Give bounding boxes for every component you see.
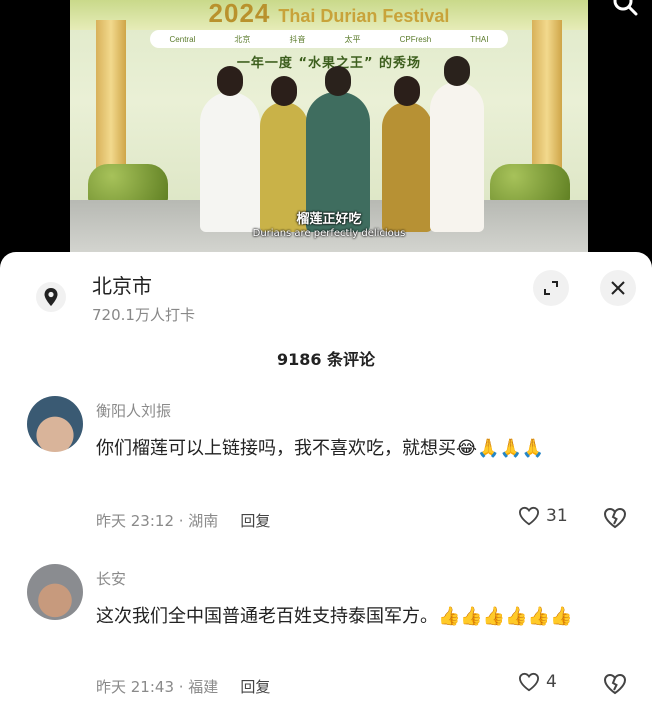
banner-title: 2024 Thai Durian Festival — [70, 0, 588, 28]
sponsor-logo: 太平 — [344, 34, 361, 44]
like-count: 31 — [546, 506, 568, 526]
search-icon[interactable] — [612, 0, 638, 18]
video-subtitle: 榴莲正好吃 Durians are perfectly delicious — [70, 212, 588, 240]
person-figure — [430, 56, 484, 232]
comment-text: 这次我们全中国普通老百姓支持泰国军方。👍👍👍👍👍👍 — [96, 606, 573, 627]
sponsor-logo: 抖音 — [289, 34, 306, 44]
durian-display — [88, 164, 168, 204]
sponsor-logo: THAI — [470, 34, 489, 44]
dislike-icon[interactable] — [603, 507, 627, 533]
sponsor-logo: 北京 — [234, 34, 251, 44]
like-button[interactable]: 31 — [518, 506, 568, 526]
sponsor-logo: CPFresh — [399, 34, 432, 44]
comment-time-location: 昨天 23:12 · 湖南 — [96, 512, 219, 530]
person-figure — [200, 66, 260, 232]
location-name[interactable]: 北京市 — [92, 270, 152, 299]
location-pin-icon — [36, 282, 66, 312]
close-icon[interactable] — [600, 270, 636, 306]
like-count: 4 — [546, 672, 557, 692]
location-header[interactable]: 北京市 720.1万人打卡 — [0, 252, 652, 332]
reply-button[interactable]: 回复 — [240, 512, 270, 530]
comment-username[interactable]: 长安 — [96, 568, 126, 589]
durian-display — [490, 164, 570, 204]
like-button[interactable]: 4 — [518, 672, 557, 692]
comment-username[interactable]: 衡阳人刘振 — [96, 400, 171, 421]
heart-icon — [518, 672, 540, 692]
video-frame: 2024 Thai Durian Festival Central 北京 抖音 太… — [70, 0, 588, 252]
comment-meta: 昨天 23:12 · 湖南 回复 — [96, 510, 270, 531]
expand-icon[interactable] — [533, 270, 569, 306]
comment-count: 9186 条评论 — [276, 350, 376, 369]
person-figure — [306, 66, 370, 232]
heart-icon — [518, 506, 540, 526]
location-checkins: 720.1万人打卡 — [92, 306, 195, 324]
reply-button[interactable]: 回复 — [240, 678, 270, 696]
avatar[interactable] — [27, 564, 83, 620]
sponsor-logos: Central 北京 抖音 太平 CPFresh THAI — [150, 30, 508, 48]
banner-year: 2024 — [208, 0, 271, 28]
subtitle-chinese: 榴莲正好吃 — [296, 212, 362, 227]
comment-time-location: 昨天 21:43 · 福建 — [96, 678, 219, 696]
comment-text: 你们榴莲可以上链接吗，我不喜欢吃，就想买😂🙏🙏🙏 — [96, 438, 545, 459]
dislike-icon[interactable] — [603, 673, 627, 699]
sponsor-logo: Central — [169, 34, 196, 44]
avatar[interactable] — [27, 396, 83, 452]
comment-sheet: 北京市 720.1万人打卡 9186 条评论 衡阳人刘振 你们榴莲可以上链接吗，… — [0, 252, 652, 721]
video-player[interactable]: 2024 Thai Durian Festival Central 北京 抖音 太… — [0, 0, 652, 262]
comment-meta: 昨天 21:43 · 福建 回复 — [96, 676, 270, 697]
subtitle-english: Durians are perfectly delicious — [252, 228, 406, 239]
banner-festival-name: Thai Durian Festival — [278, 6, 450, 26]
